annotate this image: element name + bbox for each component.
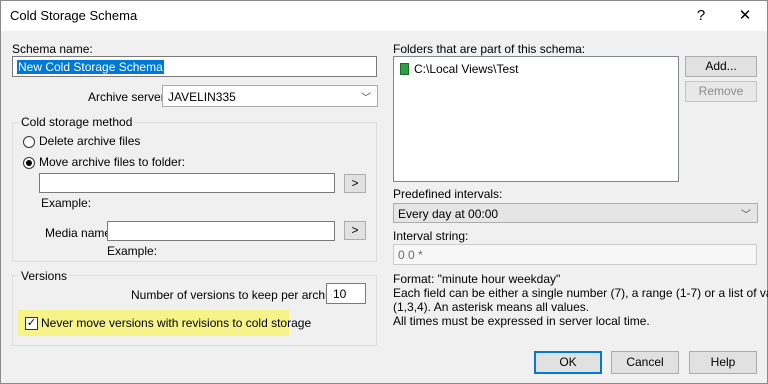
remove-folder-button[interactable]: Remove bbox=[685, 81, 757, 102]
dialog-title: Cold Storage Schema bbox=[10, 8, 138, 23]
radio-dot-icon bbox=[26, 160, 32, 166]
interval-string-value: 0 0 * bbox=[398, 248, 423, 262]
add-folder-button[interactable]: Add... bbox=[685, 56, 757, 77]
interval-string-input[interactable]: 0 0 * bbox=[393, 244, 757, 265]
predefined-intervals-select[interactable]: Every day at 00:00 ﹀ bbox=[393, 203, 758, 223]
move-archive-label: Move archive files to folder: bbox=[39, 155, 186, 169]
keep-versions-value: 10 bbox=[333, 287, 347, 301]
folder-path: C:\Local Views\Test bbox=[414, 62, 519, 76]
checkmark-icon: ✓ bbox=[26, 317, 37, 329]
format-line-4: All times must be expressed in server lo… bbox=[393, 314, 650, 328]
close-icon[interactable]: ✕ bbox=[723, 1, 767, 31]
help-title-button[interactable]: ? bbox=[679, 1, 723, 31]
archive-server-value: JAVELIN335 bbox=[168, 90, 236, 104]
delete-archive-label: Delete archive files bbox=[39, 134, 141, 148]
move-archive-radio[interactable] bbox=[23, 157, 35, 169]
cold-storage-method-title: Cold storage method bbox=[19, 115, 135, 129]
archive-server-select[interactable]: JAVELIN335 ﹀ bbox=[162, 85, 378, 107]
chevron-down-icon: ﹀ bbox=[361, 93, 371, 104]
browse-media-button[interactable]: > bbox=[344, 221, 366, 240]
predefined-intervals-value: Every day at 00:00 bbox=[398, 207, 499, 221]
help-button[interactable]: Help bbox=[689, 351, 757, 374]
media-name-input[interactable] bbox=[107, 221, 335, 241]
never-move-label: Never move versions with revisions to co… bbox=[41, 316, 312, 330]
schema-name-input[interactable]: New Cold Storage Schema bbox=[12, 56, 377, 77]
format-line-2: Each field can be either a single number… bbox=[393, 286, 768, 300]
folder-example-label: Example: bbox=[41, 196, 92, 210]
cancel-button[interactable]: Cancel bbox=[611, 351, 679, 374]
media-name-label: Media name: bbox=[45, 226, 115, 240]
versions-title: Versions bbox=[19, 269, 70, 283]
schema-name-value: New Cold Storage Schema bbox=[17, 60, 164, 74]
predefined-intervals-label: Predefined intervals: bbox=[393, 187, 503, 201]
format-line-1: Format: "minute hour weekday" bbox=[393, 272, 561, 286]
delete-archive-radio[interactable] bbox=[23, 136, 35, 148]
chevron-down-icon: ﹀ bbox=[741, 210, 751, 221]
media-example-label: Example: bbox=[107, 244, 158, 258]
browse-folder-button[interactable]: > bbox=[344, 174, 366, 193]
keep-versions-input[interactable]: 10 bbox=[326, 283, 366, 304]
folder-icon bbox=[400, 63, 409, 75]
format-line-3: (1,3,4). An asterisk means all values. bbox=[393, 300, 590, 314]
archive-server-label: Archive server: bbox=[88, 90, 169, 104]
title-bar: Cold Storage Schema ? ✕ bbox=[1, 1, 767, 31]
cold-storage-schema-dialog: Cold Storage Schema ? ✕ Schema name: New… bbox=[0, 0, 768, 384]
archive-folder-input[interactable] bbox=[39, 173, 335, 193]
schema-name-label: Schema name: bbox=[12, 42, 93, 56]
keep-versions-label: Number of versions to keep per archive: bbox=[131, 288, 344, 302]
folders-label: Folders that are part of this schema: bbox=[393, 42, 586, 56]
ok-button[interactable]: OK bbox=[534, 351, 602, 374]
never-move-checkbox[interactable]: ✓ bbox=[25, 317, 38, 330]
interval-string-label: Interval string: bbox=[393, 229, 469, 243]
folders-list[interactable]: C:\Local Views\Test bbox=[393, 56, 679, 182]
